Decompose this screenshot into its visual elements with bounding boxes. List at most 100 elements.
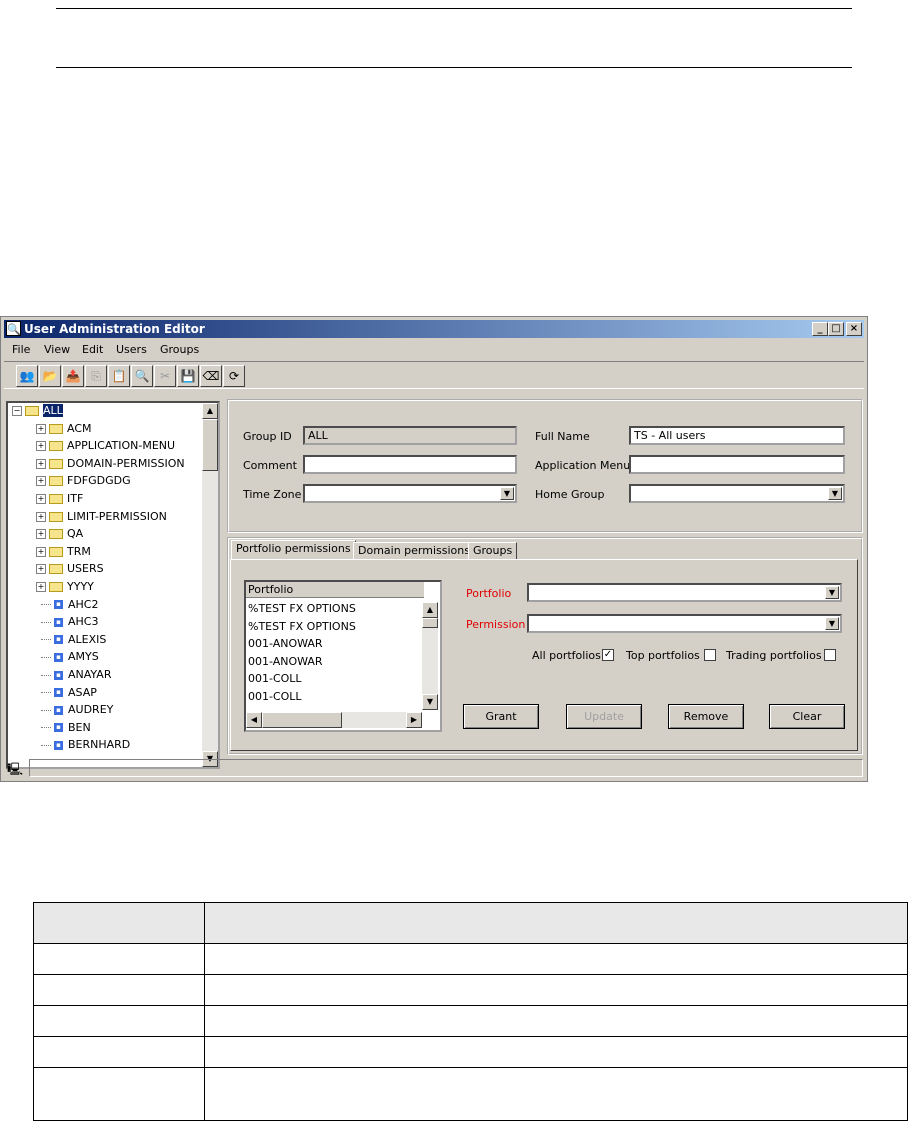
- full-name-field[interactable]: TS - All users: [629, 426, 845, 445]
- scroll-thumb[interactable]: [422, 618, 438, 628]
- table-cell: [33, 943, 205, 975]
- copy-icon[interactable]: ⎘: [85, 365, 107, 387]
- find-icon[interactable]: 🔍: [131, 365, 153, 387]
- tree-node-user[interactable]: ▪ BEN: [41, 720, 91, 736]
- chevron-down-icon[interactable]: ▼: [500, 487, 514, 500]
- menu-view[interactable]: View: [44, 343, 70, 356]
- tree-node-group[interactable]: + QA: [36, 526, 83, 542]
- chevron-down-icon[interactable]: ▼: [825, 617, 839, 630]
- save-icon[interactable]: 💾: [177, 365, 199, 387]
- expand-icon[interactable]: +: [36, 494, 46, 504]
- cut-icon[interactable]: ✂: [154, 365, 176, 387]
- tree-node-group[interactable]: + FDFGDGDG: [36, 473, 131, 489]
- tree-node-group[interactable]: + YYYY: [36, 579, 94, 595]
- tree-node-group[interactable]: + TRM: [36, 544, 91, 560]
- user-icon: ▪: [54, 723, 63, 733]
- full-name-label: Full Name: [535, 430, 590, 443]
- remove-button[interactable]: Remove: [668, 704, 744, 729]
- expand-icon[interactable]: +: [36, 458, 46, 469]
- list-item[interactable]: 001-COLL: [248, 688, 302, 705]
- scroll-right-button[interactable]: ▶: [406, 712, 422, 728]
- list-item[interactable]: 001-ANOWAR: [248, 653, 323, 670]
- list-hscrollbar[interactable]: ◀ ▶: [246, 712, 422, 728]
- refresh-icon[interactable]: ⟳: [223, 365, 245, 387]
- menu-users[interactable]: Users: [116, 343, 147, 356]
- scroll-hthumb[interactable]: [262, 712, 342, 728]
- portfolio-list[interactable]: Portfolio ▲ ▼ ◀ ▶ %TEST FX OPTIONS %TEST …: [244, 580, 442, 732]
- list-item[interactable]: 001-COLL: [248, 670, 302, 687]
- export-icon[interactable]: 📤: [62, 365, 84, 387]
- users-icon[interactable]: 👥: [16, 365, 38, 387]
- time-zone-select[interactable]: ▼: [303, 484, 517, 503]
- list-item[interactable]: %TEST FX OPTIONS: [248, 618, 356, 635]
- comment-field[interactable]: [303, 455, 517, 474]
- tree-node-group[interactable]: + DOMAIN-PERMISSION: [36, 456, 185, 472]
- expand-icon[interactable]: +: [36, 441, 46, 452]
- permission-select[interactable]: ▼: [527, 614, 842, 633]
- scroll-left-button[interactable]: ◀: [246, 712, 262, 728]
- paste-icon[interactable]: 📋: [108, 365, 130, 387]
- status-field: [29, 759, 863, 777]
- tree-node-label: ASAP: [68, 685, 97, 699]
- tree-node-user[interactable]: ▪ BERNHARD: [41, 737, 130, 753]
- menu-edit[interactable]: Edit: [82, 343, 103, 356]
- tree-node-root[interactable]: − ALL: [12, 403, 63, 419]
- tree-node-group[interactable]: + ACM: [36, 421, 92, 437]
- home-group-select[interactable]: ▼: [629, 484, 845, 503]
- menu-groups[interactable]: Groups: [160, 343, 199, 356]
- tab-groups[interactable]: Groups: [468, 542, 518, 560]
- chevron-down-icon[interactable]: ▼: [828, 487, 842, 500]
- tree-node-user[interactable]: ▪ ANAYAR: [41, 667, 111, 683]
- tree-node-label: FDFGDGDG: [67, 474, 131, 488]
- expand-icon[interactable]: +: [36, 423, 46, 434]
- close-button[interactable]: ×: [846, 322, 862, 336]
- tree-node-group[interactable]: + USERS: [36, 561, 104, 577]
- expand-icon[interactable]: +: [36, 582, 46, 592]
- menu-file[interactable]: File: [12, 343, 30, 356]
- eraser-icon[interactable]: ⌫: [200, 365, 222, 387]
- expand-icon[interactable]: +: [36, 476, 46, 487]
- comment-label: Comment: [243, 459, 297, 472]
- tree-node-user[interactable]: ▪ AHC3: [41, 614, 98, 630]
- tab-portfolio-permissions[interactable]: Portfolio permissions: [231, 540, 356, 560]
- expand-icon[interactable]: +: [36, 529, 46, 540]
- tree-node-user[interactable]: ▪ ASAP: [41, 685, 97, 701]
- clear-button[interactable]: Clear: [769, 704, 845, 729]
- scroll-thumb[interactable]: [202, 419, 218, 471]
- title-bar[interactable]: 🔍 User Administration Editor _ □ ×: [4, 320, 864, 338]
- scroll-up-button[interactable]: ▲: [422, 602, 438, 618]
- scroll-down-button[interactable]: ▼: [422, 694, 438, 710]
- expand-icon[interactable]: +: [36, 511, 46, 522]
- scroll-up-button[interactable]: ▲: [202, 403, 218, 419]
- tree-node-group[interactable]: + APPLICATION-MENU: [36, 438, 175, 454]
- collapse-icon[interactable]: −: [12, 406, 22, 416]
- grant-button[interactable]: Grant: [463, 704, 539, 729]
- folder-icon: [49, 529, 63, 540]
- application-menu-field[interactable]: [629, 455, 845, 474]
- all-portfolios-checkbox[interactable]: ✓: [602, 649, 614, 661]
- expand-icon[interactable]: +: [36, 546, 46, 557]
- trading-portfolios-checkbox[interactable]: [824, 649, 836, 661]
- tree-node-group[interactable]: + ITF: [36, 491, 83, 507]
- tree-scrollbar[interactable]: ▲ ▼: [202, 403, 218, 767]
- tree-node-user[interactable]: ▪ ALEXIS: [41, 632, 106, 648]
- group-tree[interactable]: ▲ ▼ − ALL + ACM + APPLICATION-MENU + DOMAIN-PER…: [6, 401, 220, 769]
- list-scrollbar[interactable]: ▲ ▼: [422, 602, 438, 710]
- portfolio-list-header[interactable]: Portfolio: [246, 582, 424, 598]
- tree-node-user[interactable]: ▪ AUDREY: [41, 702, 113, 718]
- top-portfolios-checkbox[interactable]: [704, 649, 716, 661]
- open-icon[interactable]: 📂: [39, 365, 61, 387]
- expand-icon[interactable]: +: [36, 564, 46, 575]
- table-row: [33, 943, 908, 975]
- chevron-down-icon[interactable]: ▼: [825, 586, 839, 599]
- portfolio-select[interactable]: ▼: [527, 583, 842, 602]
- tree-node-user[interactable]: ▪ AHC2: [41, 597, 98, 613]
- maximize-button[interactable]: □: [828, 322, 844, 336]
- list-item[interactable]: 001-ANOWAR: [248, 635, 323, 652]
- update-button[interactable]: Update: [566, 704, 642, 729]
- tree-node-group[interactable]: + LIMIT-PERMISSION: [36, 509, 167, 525]
- minimize-button[interactable]: _: [812, 322, 828, 336]
- tree-node-user[interactable]: ▪ AMYS: [41, 649, 99, 665]
- tab-domain-permissions[interactable]: Domain permissions: [353, 542, 475, 560]
- list-item[interactable]: %TEST FX OPTIONS: [248, 600, 356, 617]
